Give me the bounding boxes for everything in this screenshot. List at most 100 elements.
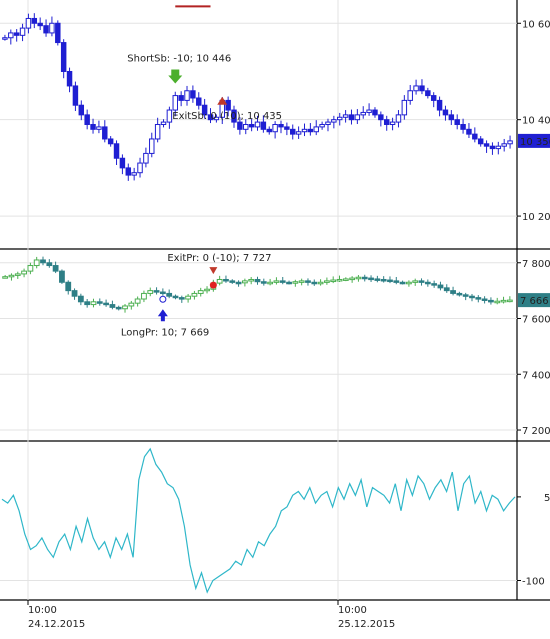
candle[interactable] bbox=[131, 172, 137, 176]
candle[interactable] bbox=[272, 124, 278, 133]
candle[interactable] bbox=[406, 281, 412, 285]
candle[interactable] bbox=[33, 259, 40, 267]
candle[interactable] bbox=[40, 259, 46, 264]
candle[interactable] bbox=[204, 288, 210, 292]
candle[interactable] bbox=[431, 283, 438, 286]
candle[interactable] bbox=[147, 290, 154, 294]
candle[interactable] bbox=[115, 306, 122, 310]
candle[interactable] bbox=[248, 278, 255, 282]
candle[interactable] bbox=[460, 124, 466, 130]
candle[interactable] bbox=[354, 114, 361, 121]
candle[interactable] bbox=[489, 145, 496, 150]
candle[interactable] bbox=[2, 276, 9, 279]
candle[interactable] bbox=[141, 292, 147, 300]
candle[interactable] bbox=[153, 290, 160, 293]
candle[interactable] bbox=[292, 281, 299, 284]
candle[interactable] bbox=[2, 37, 8, 40]
candle[interactable] bbox=[72, 85, 79, 106]
candle[interactable] bbox=[305, 280, 311, 283]
candle[interactable] bbox=[317, 281, 324, 285]
candle[interactable] bbox=[425, 90, 431, 97]
candle[interactable] bbox=[380, 278, 387, 282]
candle[interactable] bbox=[331, 119, 337, 123]
candle[interactable] bbox=[137, 162, 143, 174]
candle[interactable] bbox=[260, 281, 267, 284]
candle[interactable] bbox=[355, 276, 362, 280]
candle[interactable] bbox=[348, 114, 355, 121]
candle[interactable] bbox=[443, 287, 450, 292]
candle[interactable] bbox=[43, 25, 49, 34]
candle[interactable] bbox=[389, 121, 396, 125]
candle[interactable] bbox=[267, 281, 274, 285]
candle[interactable] bbox=[237, 121, 243, 130]
candle[interactable] bbox=[372, 109, 378, 116]
candle[interactable] bbox=[472, 133, 478, 140]
candle[interactable] bbox=[325, 121, 331, 125]
candle[interactable] bbox=[278, 124, 284, 128]
candle[interactable] bbox=[46, 262, 53, 267]
candle[interactable] bbox=[248, 124, 255, 128]
candle[interactable] bbox=[374, 278, 381, 281]
candle[interactable] bbox=[65, 281, 72, 292]
candle[interactable] bbox=[448, 114, 455, 121]
candle[interactable] bbox=[311, 281, 318, 285]
candle[interactable] bbox=[399, 281, 406, 285]
candle[interactable] bbox=[25, 17, 32, 29]
candle[interactable] bbox=[119, 157, 126, 169]
candle[interactable] bbox=[84, 114, 90, 126]
candle[interactable] bbox=[31, 17, 38, 24]
candle[interactable] bbox=[442, 109, 449, 116]
candle[interactable] bbox=[103, 302, 109, 306]
candle[interactable] bbox=[223, 278, 229, 282]
candle[interactable] bbox=[483, 143, 490, 147]
candle[interactable] bbox=[407, 90, 413, 101]
candle[interactable] bbox=[14, 273, 21, 276]
candle[interactable] bbox=[166, 292, 173, 297]
candle[interactable] bbox=[90, 301, 97, 306]
candle[interactable] bbox=[191, 292, 198, 297]
candle[interactable] bbox=[125, 167, 132, 176]
candle[interactable] bbox=[149, 138, 155, 154]
candle[interactable] bbox=[290, 128, 296, 135]
candle[interactable] bbox=[412, 280, 419, 283]
candle[interactable] bbox=[37, 22, 43, 27]
candle[interactable] bbox=[166, 109, 173, 123]
candle[interactable] bbox=[450, 290, 456, 294]
candle[interactable] bbox=[107, 138, 114, 145]
candle[interactable] bbox=[279, 280, 286, 283]
candle[interactable] bbox=[178, 297, 185, 300]
candle[interactable] bbox=[436, 99, 443, 111]
candle[interactable] bbox=[424, 281, 431, 285]
candle[interactable] bbox=[128, 302, 135, 307]
candle[interactable] bbox=[13, 32, 20, 36]
candle[interactable] bbox=[59, 270, 65, 283]
candle[interactable] bbox=[225, 99, 231, 111]
candle[interactable] bbox=[77, 295, 84, 303]
candle[interactable] bbox=[266, 128, 272, 133]
candle[interactable] bbox=[254, 278, 261, 283]
candle[interactable] bbox=[466, 128, 472, 135]
candle[interactable] bbox=[71, 290, 78, 297]
candle[interactable] bbox=[273, 280, 280, 283]
candle[interactable] bbox=[8, 32, 14, 39]
candle[interactable] bbox=[301, 128, 308, 133]
candle[interactable] bbox=[462, 294, 469, 297]
candle[interactable] bbox=[284, 126, 290, 130]
candle[interactable] bbox=[84, 301, 91, 306]
candle[interactable] bbox=[336, 116, 343, 121]
candle[interactable] bbox=[477, 138, 484, 145]
candle[interactable] bbox=[295, 131, 302, 135]
candle[interactable] bbox=[361, 276, 368, 280]
candle[interactable] bbox=[454, 119, 460, 126]
candle[interactable] bbox=[387, 279, 393, 283]
candle[interactable] bbox=[494, 300, 501, 304]
candle[interactable] bbox=[154, 124, 161, 140]
candle[interactable] bbox=[419, 85, 425, 92]
candle[interactable] bbox=[122, 305, 128, 310]
candle[interactable] bbox=[134, 298, 141, 304]
candle[interactable] bbox=[178, 95, 184, 101]
candle[interactable] bbox=[342, 278, 349, 281]
candle[interactable] bbox=[143, 152, 149, 164]
candle[interactable] bbox=[90, 124, 96, 130]
candle[interactable] bbox=[243, 124, 249, 130]
